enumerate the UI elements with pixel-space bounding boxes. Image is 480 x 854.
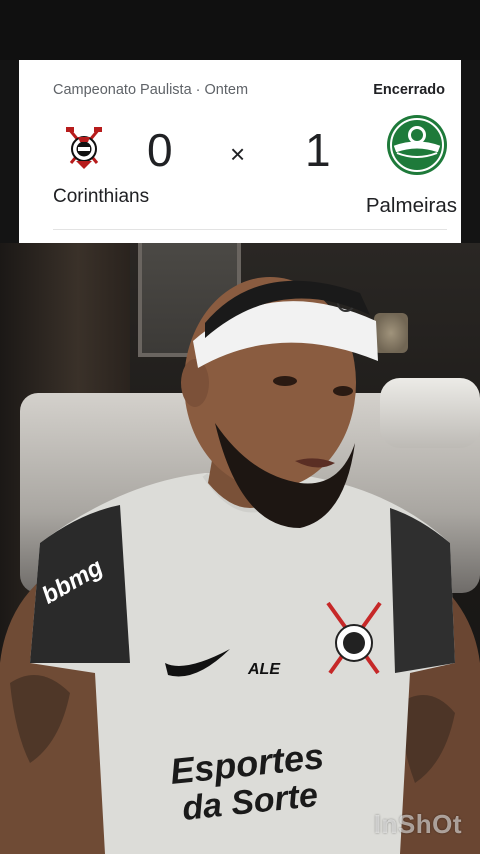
away-team-name: Palmeiras [365, 194, 457, 217]
score-separator: × [230, 139, 246, 169]
card-divider [53, 229, 447, 230]
match-status: Encerrado [373, 82, 445, 98]
inshot-watermark: InShOt [373, 809, 462, 839]
match-score-card-inner: Campeonato Paulista · Ontem Encerrado 0 … [37, 60, 457, 243]
jersey-maker-text: ALE [248, 661, 280, 678]
top-strip [0, 0, 480, 60]
competition-label: Campeonato Paulista · Ontem [53, 82, 249, 98]
home-score: 0 [147, 124, 173, 176]
away-score: 1 [305, 124, 331, 176]
palmeiras-crest-icon [385, 113, 449, 177]
video-frame[interactable]: ALE Esportes da Sorte bbmg InShOt [0, 243, 480, 854]
corinthians-crest-icon [60, 123, 108, 171]
home-team-name: Corinthians [53, 186, 150, 207]
match-score-card[interactable]: Campeonato Paulista · Ontem Encerrado 0 … [19, 60, 461, 243]
right-sleeve [390, 508, 455, 673]
